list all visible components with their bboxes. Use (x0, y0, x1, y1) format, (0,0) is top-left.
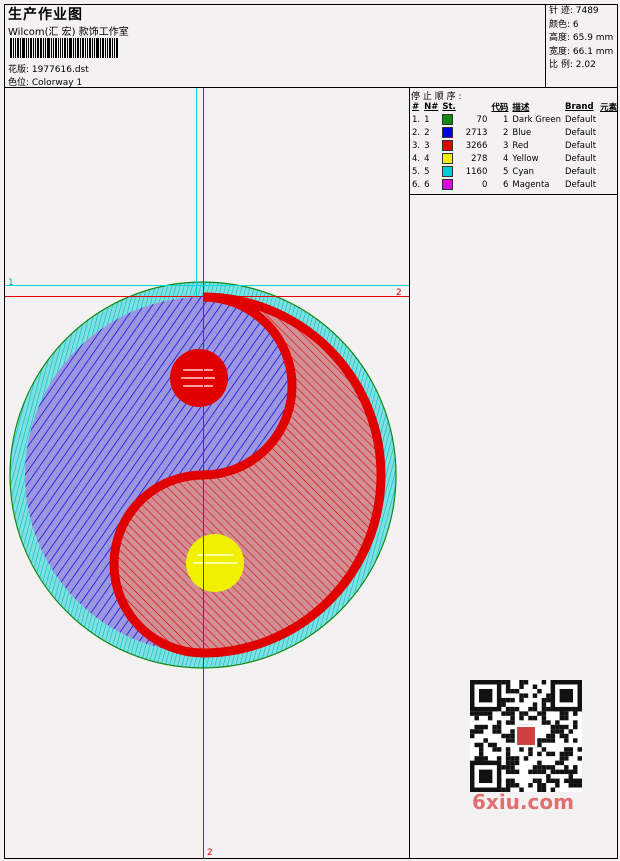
guide-label-1: 1 (8, 278, 14, 288)
stats-divider (545, 4, 546, 88)
element-cell (598, 152, 619, 165)
right-panel-divider (409, 87, 410, 859)
design-file-label: 花版: 1977616.dst (8, 65, 89, 75)
code-cell: 6 (502, 179, 509, 190)
table-divider (409, 194, 618, 195)
red-vertical-guide (203, 88, 204, 859)
cyan-horizontal-guide (5, 285, 409, 286)
stitch-count-cell: 2713 (440, 126, 489, 139)
stitch-count-cell: 0 (440, 178, 489, 191)
color-swatch (442, 166, 454, 177)
needle-number: 5 (424, 166, 430, 177)
code-cell: 5 (502, 166, 509, 177)
stitch-count-value: 0 (481, 180, 488, 190)
element-cell (598, 178, 619, 191)
column-header: 代码 (491, 103, 509, 113)
stop-sequence-row: 3. 3 3266 3 Red Default (410, 139, 619, 152)
studio-name: Wilcom(汇 宏) 款饰工作室 (8, 27, 129, 38)
stitch-count-cell: 1160 (440, 165, 489, 178)
description-cell: Yellow (512, 153, 539, 164)
needle-number: 6 (424, 179, 430, 190)
needle-number: 4 (424, 153, 430, 164)
color-swatch (442, 127, 454, 138)
color-swatch (442, 153, 454, 164)
color-swatch (442, 140, 454, 151)
column-header: # (412, 102, 420, 112)
code-cell: 2 (502, 127, 509, 138)
row-index: 6. (412, 179, 421, 190)
cyan-vertical-guide (196, 88, 197, 298)
row-index: 5. (412, 166, 421, 177)
column-header: 描述 (512, 103, 530, 113)
code-cell: 4 (502, 153, 509, 164)
brand-cell: Default (565, 179, 597, 190)
red-horizontal-guide (5, 296, 409, 297)
description-cell: Magenta (512, 179, 550, 190)
description-cell: Red (512, 140, 529, 151)
stitch-count-value: 3266 (465, 141, 488, 151)
column-header: N# (424, 102, 439, 112)
column-header: 元素 (600, 103, 618, 113)
brand-cell: Default (565, 153, 597, 164)
colorway-label: 色位: Colorway 1 (8, 78, 83, 88)
design-scale: 比 例: 2.02 (549, 60, 596, 70)
row-index: 1. (412, 114, 421, 125)
description-cell: Cyan (512, 166, 534, 177)
element-cell (598, 126, 619, 139)
stitch-count-cell: 278 (440, 152, 489, 165)
stop-sequence-table: # N# St. 代码 描述 Brand 元素 1. 1 70 1 Dark Green Defaul… (410, 101, 619, 191)
stop-sequence-row: 1. 1 70 1 Dark Green Default (410, 113, 619, 126)
element-cell (598, 165, 619, 178)
page-title: 生产作业图 (8, 7, 83, 23)
stop-sequence-row: 6. 6 0 6 Magenta Default (410, 178, 619, 191)
stitch-count-value: 70 (476, 115, 488, 125)
element-cell (598, 113, 619, 126)
design-width: 宽度: 66.1 mm (549, 46, 614, 57)
embroidery-preview (9, 281, 397, 669)
description-cell: Dark Green (512, 114, 562, 125)
column-header: St. (442, 102, 456, 112)
stop-sequence-row: 5. 5 1160 5 Cyan Default (410, 165, 619, 178)
qr-code-image (470, 680, 582, 792)
brand-cell: Default (565, 166, 597, 177)
stitch-count-value: 1160 (465, 167, 488, 177)
stop-sequence-row: 2. 2 2713 2 Blue Default (410, 126, 619, 139)
color-swatch (442, 179, 454, 190)
guide-label-2-right: 2 (396, 288, 402, 298)
stop-sequence-row: 4. 4 278 4 Yellow Default (410, 152, 619, 165)
brand-cell: Default (565, 114, 597, 125)
design-height: 高度: 65.9 mm (549, 33, 614, 43)
guide-label-2-bottom: 2 (207, 848, 213, 858)
stitch-count-value: 278 (471, 154, 488, 164)
brand-cell: Default (565, 140, 597, 151)
watermark-text: 6xiu.com (472, 790, 574, 814)
row-index: 4. (412, 153, 421, 164)
stitch-count-value: 2713 (465, 128, 488, 138)
code-cell: 3 (502, 140, 509, 151)
stitch-count-cell: 70 (440, 113, 489, 126)
needle-number: 2 (424, 127, 430, 138)
color-swatch (442, 114, 454, 125)
row-index: 2. (412, 127, 421, 138)
needle-number: 3 (424, 140, 430, 151)
table-header-row: # N# St. 代码 描述 Brand 元素 (410, 101, 619, 113)
element-cell (598, 139, 619, 152)
row-index: 3. (412, 140, 421, 151)
stitch-count-cell: 3266 (440, 139, 489, 152)
code-cell: 1 (502, 114, 509, 125)
brand-cell: Default (565, 127, 597, 138)
color-count: 颜色: 6 (549, 19, 579, 30)
barcode-image (10, 38, 119, 58)
stitch-count: 针 迹: 7489 (549, 6, 599, 16)
description-cell: Blue (512, 127, 532, 138)
needle-number: 1 (424, 114, 430, 125)
design-stats: 针 迹: 7489 颜色: 6 高度: 65.9 mm 宽度: 66.1 mm … (549, 5, 613, 73)
column-header: Brand (565, 102, 594, 112)
